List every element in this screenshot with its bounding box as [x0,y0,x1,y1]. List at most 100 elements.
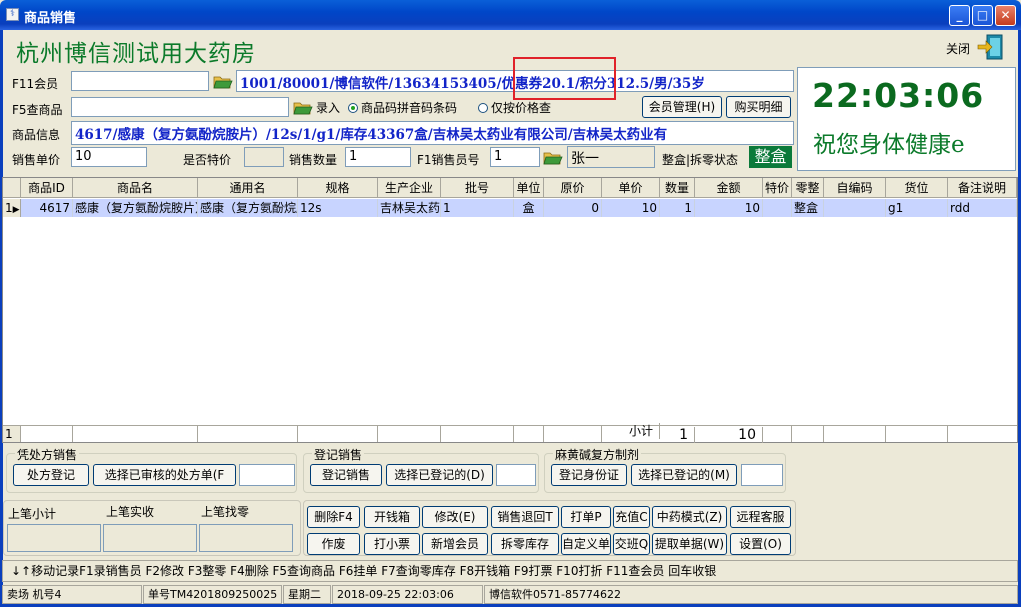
radio-price-search[interactable]: 仅按价格查 [478,99,551,116]
wish-text: 祝您身体健康e [813,132,965,158]
unit-price-input[interactable]: 10 [71,147,147,167]
open-folder-icon[interactable] [543,150,563,166]
cell-unit[interactable]: 盒 [514,199,544,217]
member-management-button[interactable]: 会员管理(H) [642,96,722,118]
cell-batch[interactable]: 1 [441,199,514,217]
cell-remark[interactable]: rdd [948,199,1017,217]
column-header[interactable]: 商品名 [73,178,198,198]
column-header[interactable]: 特价 [763,178,792,198]
select-reviewed-prescription-button[interactable]: 选择已审核的处方单(F [93,464,236,486]
column-header[interactable]: 通用名 [198,178,298,198]
product-search-label: F5查商品 [12,103,63,117]
remote-support-button[interactable]: 远程客服 [730,506,791,528]
member-input[interactable] [71,71,209,91]
cell-spec[interactable]: 12s [298,199,378,217]
prescription-field[interactable] [239,464,295,486]
open-folder-icon[interactable] [213,74,233,90]
radio-code-search[interactable]: 商品码拼音码条码 [348,99,457,116]
cell-location[interactable]: g1 [886,199,948,217]
footer-cell [792,426,824,442]
footer-cell [824,426,886,442]
status-weekday: 星期二 [283,585,331,604]
radio-selected-icon[interactable] [348,103,358,113]
row-indicator[interactable]: 1▶ [3,199,21,217]
footer-cell [886,426,948,442]
column-header[interactable]: 原价 [544,178,602,198]
cell-quantity[interactable]: 1 [660,199,695,217]
select-registered-sale-button[interactable]: 选择已登记的(D) [386,464,493,486]
delete-button[interactable]: 删除F4 [307,506,360,528]
cell-product-id[interactable]: 4617 [21,199,73,217]
split-stock-button[interactable]: 拆零库存 [491,533,559,555]
footer-cell [298,426,378,442]
select-registered-ephedrine-button[interactable]: 选择已登记的(M) [631,464,737,486]
maximize-button[interactable]: □ [972,5,993,26]
subtotal-amount: 10 [695,427,763,443]
product-info: 4617/感康（复方氨酚烷胺片）/12s/1/g1/库存43367盒/吉林吴太药… [75,127,668,143]
close-label[interactable]: 关闭 [946,40,970,57]
column-header[interactable]: 生产企业 [378,178,441,198]
cell-product-name[interactable]: 感康（复方氨酚烷胺片） [73,199,198,217]
settings-button[interactable]: 设置(O) [730,533,791,555]
register-id-card-button[interactable]: 登记身份证 [551,464,627,486]
product-info-label: 商品信息 [12,128,61,142]
clock-display: 22:03:06 [812,76,985,115]
exit-door-icon[interactable] [976,33,1006,61]
add-member-button[interactable]: 新增会员 [422,533,488,555]
special-price-label: 是否特价 [183,153,232,167]
minimize-button[interactable]: _ [949,5,970,26]
last-change-value [199,524,293,552]
open-cash-drawer-button[interactable]: 开钱箱 [364,506,420,528]
shift-handover-button[interactable]: 交班Q [613,533,650,555]
column-header[interactable]: 商品ID [21,178,73,198]
extract-document-button[interactable]: 提取单据(W) [652,533,727,555]
cell-original-price[interactable]: 0 [544,199,602,217]
column-header[interactable]: 金额 [695,178,763,198]
cell-manufacturer[interactable]: 吉林吴太药业 [378,199,441,217]
cell-price[interactable]: 10 [602,199,660,217]
cell-custom-code[interactable] [824,199,886,217]
prescription-group: 凭处方销售 处方登记 选择已审核的处方单(F [6,446,297,493]
radio-price-label: 仅按价格查 [491,101,552,115]
cell-generic-name[interactable]: 感康（复方氨酚烷胺片） [198,199,298,217]
cell-special[interactable] [763,199,792,217]
current-row-arrow-icon: ▶ [12,205,20,215]
registered-sale-group: 登记销售 登记销售 选择已登记的(D) [303,446,539,493]
prescription-title: 凭处方销售 [15,446,80,463]
ephedrine-field[interactable] [741,464,783,486]
sales-return-button[interactable]: 销售退回T [491,506,559,528]
prescription-register-button[interactable]: 处方登记 [13,464,89,486]
column-header[interactable]: 数量 [660,178,695,198]
modify-button[interactable]: 修改(E) [422,506,488,528]
footer-cell [21,426,73,442]
column-header[interactable]: 单价 [602,178,660,198]
quantity-input[interactable]: 1 [345,147,411,167]
cell-split[interactable]: 整盒 [792,199,824,217]
clerk-no-input[interactable]: 1 [490,147,540,167]
last-change-label: 上笔找零 [201,505,250,519]
footer-cell [544,426,602,442]
recharge-button[interactable]: 充值C [613,506,650,528]
column-header[interactable]: 备注说明 [948,178,1017,198]
print-receipt-button[interactable]: 打小票 [364,533,420,555]
tcm-mode-button[interactable]: 中药模式(Z) [652,506,727,528]
purchase-detail-button[interactable]: 购买明细 [726,96,791,118]
close-window-button[interactable]: ✕ [995,5,1016,26]
open-folder-icon[interactable] [293,100,313,116]
column-header[interactable]: 规格 [298,178,378,198]
column-header[interactable]: 批号 [441,178,514,198]
column-header[interactable]: 零整 [792,178,824,198]
custom-order-button[interactable]: 自定义单 [561,533,611,555]
product-search-input[interactable] [71,97,289,117]
registered-sale-button[interactable]: 登记销售 [310,464,382,486]
radio-unselected-icon[interactable] [478,103,488,113]
column-header[interactable]: 货位 [886,178,948,198]
cell-amount[interactable]: 10 [695,199,763,217]
registered-sale-field[interactable] [496,464,536,486]
column-header[interactable]: 单位 [514,178,544,198]
void-button[interactable]: 作废 [307,533,360,555]
print-order-button[interactable]: 打单P [561,506,611,528]
footer-cell [441,426,514,442]
column-header[interactable]: 自编码 [824,178,886,198]
table-row[interactable]: 4617 感康（复方氨酚烷胺片） 感康（复方氨酚烷胺片） 12s 吉林吴太药业 … [21,199,1017,217]
